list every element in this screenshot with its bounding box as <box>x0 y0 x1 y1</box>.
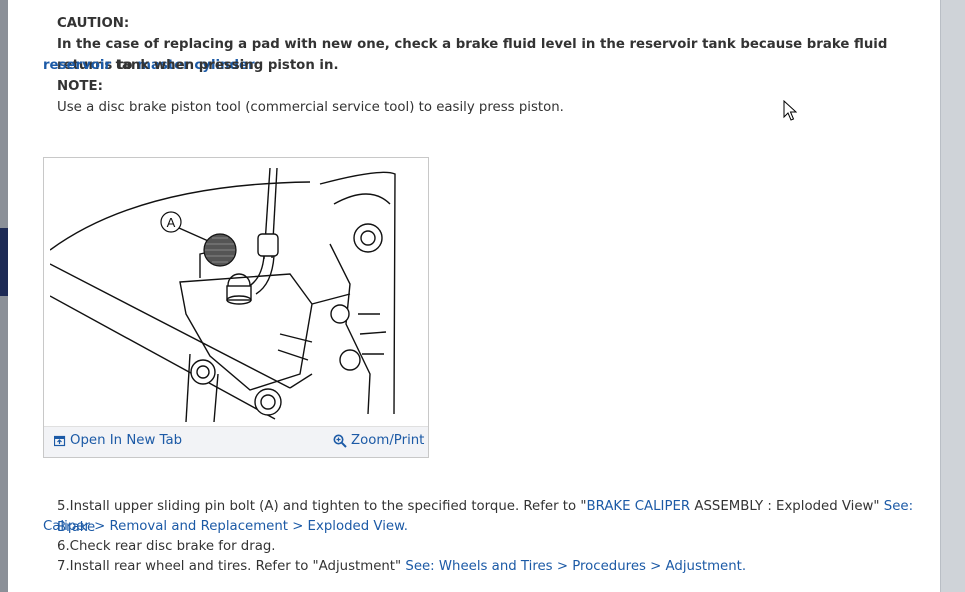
callout-label-a: A <box>167 215 176 230</box>
reservoir-link[interactable]: reservoir <box>43 58 111 73</box>
caution-text-line2: reservoir tank when pressing piston in. <box>43 55 339 76</box>
zoom-icon <box>333 434 347 448</box>
step-7-text: 7.Install rear wheel and tires. Refer to… <box>57 559 406 574</box>
left-window-edge <box>0 0 8 592</box>
open-new-tab-button[interactable]: Open In New Tab <box>54 433 182 448</box>
step-7-period: . <box>741 559 747 574</box>
brake-caliper-link[interactable]: BRAKE CALIPER <box>587 499 691 514</box>
zoom-print-label: Zoom/Print <box>351 433 425 448</box>
step-5-text: 5.Install upper sliding pin bolt (A) and… <box>57 499 587 514</box>
caution-text-end: tank when pressing piston in. <box>110 58 339 73</box>
article-content: CAUTION: In the case of replacing a pad … <box>8 0 940 592</box>
note-text: Use a disc brake piston tool (commercial… <box>57 100 564 115</box>
open-new-tab-label: Open In New Tab <box>70 433 183 448</box>
step-7: 7.Install rear wheel and tires. Refer to… <box>57 556 746 577</box>
step-5-text-2: ASSEMBLY : Exploded View" <box>690 499 884 514</box>
open-new-tab-icon <box>54 435 66 446</box>
zoom-print-button[interactable]: Zoom/Print <box>333 433 424 448</box>
note-heading: NOTE: <box>57 79 103 94</box>
step-5-period: . <box>403 519 408 534</box>
left-edge-accent <box>0 228 8 296</box>
wheels-tires-adjustment-link[interactable]: See: Wheels and Tires > Procedures > Adj… <box>405 559 742 574</box>
brake-caliper-illustration[interactable]: A <box>50 164 424 426</box>
mouse-cursor-icon <box>783 100 797 121</box>
right-scrollbar-area[interactable] <box>940 0 965 592</box>
step-6: 6.Check rear disc brake for drag. <box>57 539 276 554</box>
step-5-line2: Caliper > Removal and Replacement > Expl… <box>43 516 408 537</box>
illustration-figure: A Open In New Tab Zoom/Print <box>43 157 429 458</box>
exploded-view-link[interactable]: Caliper > Removal and Replacement > Expl… <box>43 519 404 534</box>
figure-toolbar: Open In New Tab Zoom/Print <box>44 426 428 457</box>
caution-heading: CAUTION: <box>57 16 130 31</box>
